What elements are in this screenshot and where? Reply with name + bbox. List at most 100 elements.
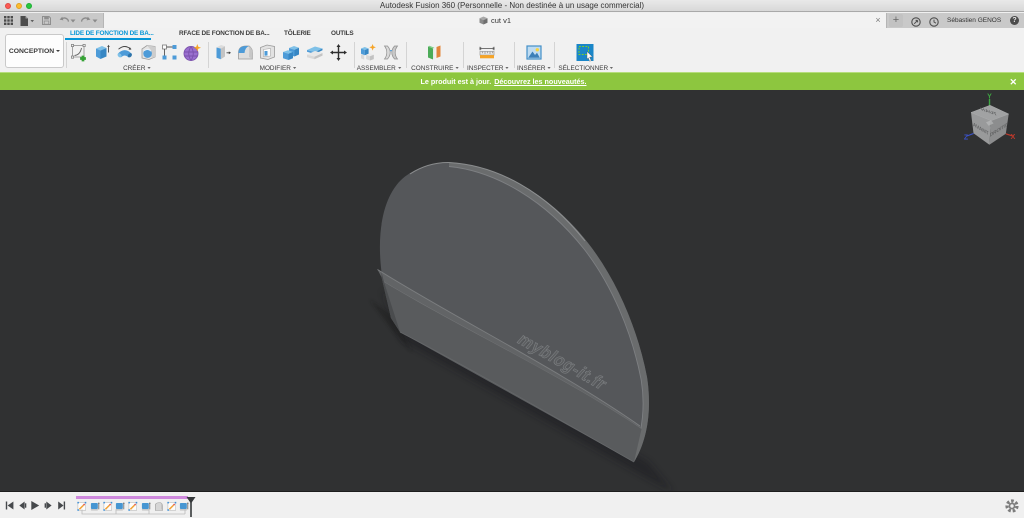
quick-access-toolbar [0, 13, 104, 28]
tab-bar-right: + Sébastien GENOS ? [886, 13, 1024, 28]
redo-dropdown[interactable] [92, 13, 98, 28]
document-tab[interactable]: cut v1 × [104, 13, 886, 28]
timeline-playhead[interactable] [184, 496, 198, 518]
ribbon-toolbar: CONCEPTION LIDE DE FONCTION DE BA... RFA… [0, 28, 1024, 72]
group-separator [463, 42, 464, 68]
design-cube-icon [479, 16, 488, 25]
model-half-disc[interactable]: myblog-it.fr [378, 162, 649, 462]
timeline-bar [0, 491, 1024, 518]
active-tab-underline [65, 38, 151, 40]
ribbon-group-modify [214, 43, 348, 62]
group-separator [66, 42, 67, 68]
press-pull-button[interactable] [214, 43, 232, 62]
group-separator [514, 42, 515, 68]
insert-image-button[interactable] [525, 43, 543, 62]
ribbon-group-create-menu[interactable]: CRÉER [123, 65, 151, 72]
chevron-down-icon [293, 67, 296, 69]
fillet-button[interactable] [236, 43, 255, 62]
joint-button[interactable] [382, 43, 400, 62]
ribbon-group-construct-menu[interactable]: CONSTRUIRE [411, 65, 459, 72]
workspace-selector[interactable]: CONCEPTION [5, 34, 64, 68]
new-component-button[interactable] [359, 43, 378, 62]
revolve-button[interactable] [115, 43, 135, 62]
select-button[interactable] [575, 43, 596, 62]
ribbon-group-assemble-menu[interactable]: ASSEMBLER [357, 65, 402, 72]
app-grid-button[interactable] [4, 13, 13, 28]
file-menu-button[interactable] [20, 13, 34, 28]
notification-link[interactable]: Découvrez les nouveautés. [494, 77, 586, 86]
window-title: Autodesk Fusion 360 (Personnelle - Non d… [0, 1, 1024, 11]
ribbon-tab-surface[interactable]: RFACE DE FONCTION DE BA... [179, 30, 270, 39]
move-copy-button[interactable] [329, 43, 348, 62]
ribbon-group-create [70, 43, 202, 62]
timeline-playback-controls [0, 492, 70, 518]
macos-titlebar: Autodesk Fusion 360 (Personnelle - Non d… [0, 0, 1024, 12]
ribbon-group-insert-menu[interactable]: INSÉRER [517, 65, 551, 72]
chevron-down-icon [398, 67, 401, 69]
axis-y-label: Y [987, 94, 992, 101]
extrude-button[interactable] [93, 43, 112, 62]
grid-icon [4, 16, 13, 25]
user-name[interactable]: Sébastien GENOS [947, 13, 997, 28]
group-separator [208, 42, 209, 68]
document-tab-title: cut v1 [491, 16, 511, 25]
play-button[interactable] [31, 501, 39, 510]
ribbon-group-inspect-menu[interactable]: INSPECTER [467, 65, 509, 72]
group-separator [406, 42, 407, 68]
model-canvas: myblog-it.fr Y Z X HAUT AVANT DROITE [0, 90, 1024, 491]
chevron-down-icon [547, 67, 550, 69]
undo-dropdown[interactable] [70, 13, 76, 28]
ribbon-group-select-menu[interactable]: SÉLECTIONNER [558, 65, 613, 72]
timeline-settings-button[interactable] [1004, 498, 1020, 514]
group-separator [554, 42, 555, 68]
offset-face-button[interactable] [305, 43, 325, 62]
timeline-group-bar [76, 496, 188, 499]
step-forward-button[interactable] [45, 502, 52, 510]
update-notification-bar: Le produit est à jour. Découvrez les nou… [0, 72, 1024, 90]
combine-button[interactable] [281, 43, 302, 62]
help-button[interactable]: ? [1010, 16, 1019, 25]
go-to-start-button[interactable] [6, 502, 14, 510]
create-pattern-button[interactable] [161, 43, 178, 62]
notification-close-button[interactable]: ✕ [1009, 73, 1017, 91]
construction-plane-button[interactable] [425, 43, 443, 62]
create-sketch-button[interactable] [70, 43, 89, 62]
undo-button[interactable] [59, 13, 69, 28]
save-button[interactable] [42, 13, 51, 28]
job-status-icon [911, 17, 921, 27]
notification-message: Le produit est à jour. [421, 77, 492, 86]
gear-icon [1007, 501, 1017, 511]
clock-icon [929, 17, 939, 27]
ribbon-group-select [575, 43, 596, 62]
3d-viewport[interactable]: myblog-it.fr Y Z X HAUT AVANT DROITE [0, 90, 1024, 491]
timeline-group-brackets [76, 506, 196, 518]
measure-button[interactable] [478, 43, 496, 62]
chevron-down-icon [610, 67, 613, 69]
chevron-down-icon [70, 19, 76, 23]
viewcube[interactable]: Y Z X HAUT AVANT DROITE [964, 94, 1016, 145]
ribbon-group-modify-menu[interactable]: MODIFIER [260, 65, 297, 72]
create-form-button[interactable] [182, 43, 202, 62]
new-tab-button[interactable]: + [889, 14, 903, 27]
ribbon-group-assemble [359, 43, 400, 62]
hole-button[interactable] [139, 43, 158, 62]
axis-z-label: Z [964, 135, 969, 142]
shell-button[interactable] [258, 43, 277, 62]
ribbon-group-construct [425, 43, 443, 62]
ribbon-group-insert [525, 43, 543, 62]
chevron-down-icon [505, 67, 508, 69]
file-icon [20, 16, 34, 26]
step-back-button[interactable] [19, 502, 26, 510]
go-to-end-button[interactable] [58, 502, 65, 510]
redo-button[interactable] [81, 13, 91, 28]
document-tab-bar: cut v1 × + Sébastien GENOS ? [0, 13, 1024, 28]
chevron-down-icon [92, 19, 98, 23]
group-separator [354, 42, 355, 68]
chevron-down-icon [56, 50, 60, 52]
ribbon-tab-sheetmetal[interactable]: TÔLERIE [284, 30, 311, 39]
close-tab-button[interactable]: × [873, 13, 883, 28]
save-icon [42, 16, 51, 25]
chevron-down-icon [147, 67, 150, 69]
ribbon-tab-tools[interactable]: OUTILS [331, 30, 354, 39]
ribbon-group-inspect [478, 43, 496, 62]
